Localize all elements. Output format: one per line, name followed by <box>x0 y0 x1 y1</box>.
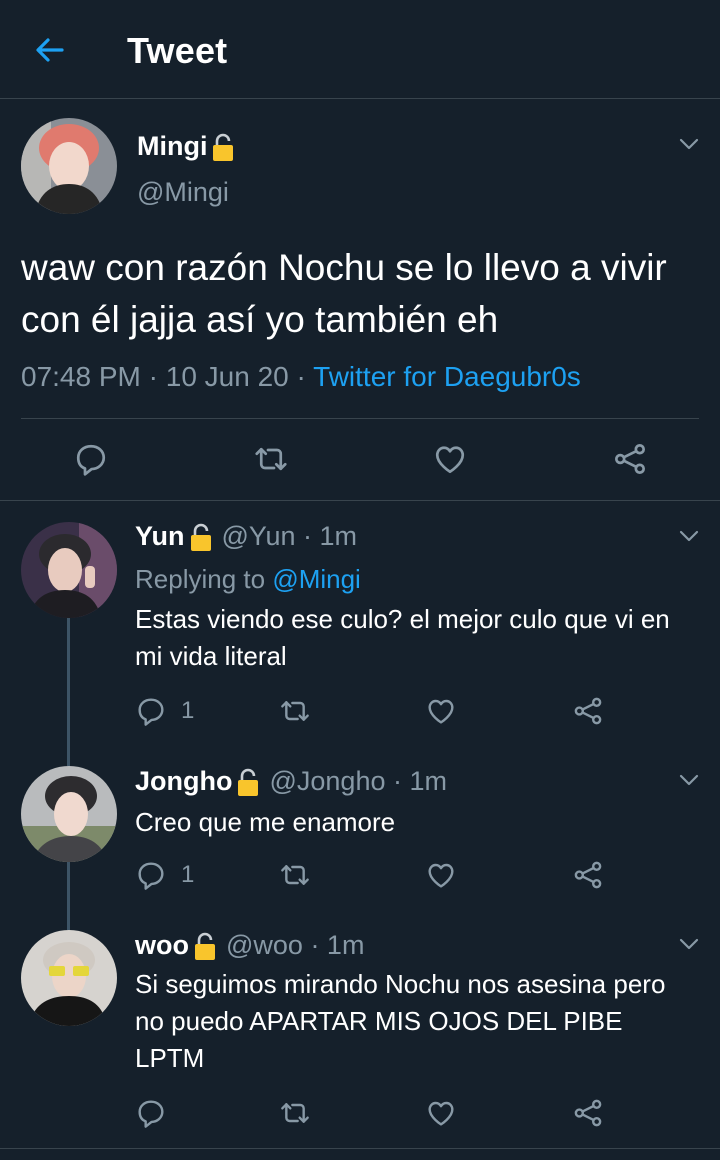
chevron-down-icon[interactable] <box>677 770 701 790</box>
retweet-button[interactable] <box>279 1097 311 1129</box>
reply-text: Creo que me enamore <box>135 807 396 837</box>
thread-line <box>67 618 70 766</box>
avatar[interactable] <box>21 522 117 618</box>
lock-icon <box>210 132 236 162</box>
reply-header: woo @woo · 1m <box>135 930 364 961</box>
reply-count: 1 <box>181 697 195 724</box>
share-button[interactable] <box>572 695 604 727</box>
retweet-button[interactable] <box>279 859 311 891</box>
divider <box>0 500 720 501</box>
like-button[interactable] <box>425 695 457 727</box>
share-icon <box>572 1097 604 1129</box>
like-button[interactable] <box>425 859 457 891</box>
lock-icon <box>192 931 218 961</box>
avatar[interactable] <box>21 930 117 1026</box>
reply-count: 1 <box>181 861 195 888</box>
reply-button[interactable] <box>73 441 109 477</box>
retweet-button[interactable] <box>253 441 289 477</box>
replying-to-link[interactable]: @Mingi <box>272 564 361 594</box>
share-button[interactable] <box>612 441 648 477</box>
reply-header: Jongho @Jongho · 1m <box>135 766 447 797</box>
reply-text: Estas viendo ese culo? el mejor culo que… <box>135 604 670 671</box>
tweet-source-link[interactable]: Twitter for Daegubr0s <box>313 361 581 392</box>
top-bar: Tweet <box>0 0 720 99</box>
replying-to: Replying to @Mingi <box>135 564 361 594</box>
divider <box>21 418 699 419</box>
page-title: Tweet <box>127 30 228 71</box>
arrow-left-icon <box>36 38 64 62</box>
tweet-meta: 07:48 PM · 10 Jun 20 · Twitter for Daegu… <box>21 361 581 393</box>
avatar[interactable] <box>21 766 117 862</box>
heart-icon <box>425 1097 457 1129</box>
reply-author-name[interactable]: Yun <box>135 521 185 552</box>
reply-icon <box>135 695 167 727</box>
author-name[interactable]: Mingi <box>137 131 236 162</box>
retweet-icon <box>279 695 311 727</box>
chevron-down-icon[interactable] <box>677 526 701 546</box>
share-icon <box>572 859 604 891</box>
retweet-icon <box>279 1097 311 1129</box>
reply-button[interactable] <box>135 1097 167 1129</box>
heart-icon <box>425 859 457 891</box>
avatar[interactable] <box>21 118 117 214</box>
reply-icon <box>135 1097 167 1129</box>
reply-icon <box>135 859 167 891</box>
tweet-time: 07:48 PM <box>21 361 141 392</box>
share-icon <box>572 695 604 727</box>
share-icon <box>612 441 648 477</box>
reply-button[interactable]: 1 <box>135 859 194 891</box>
heart-icon <box>432 441 468 477</box>
tweet-text: waw con razón Nochu se lo llevo a vivir … <box>21 247 667 340</box>
reply-author-handle[interactable]: @woo · 1m <box>226 930 364 961</box>
reply-author-handle[interactable]: @Jongho · 1m <box>269 766 447 797</box>
share-button[interactable] <box>572 859 604 891</box>
author-handle[interactable]: @Mingi <box>137 177 229 208</box>
lock-icon <box>235 767 261 797</box>
like-button[interactable] <box>432 441 468 477</box>
reply-author-name[interactable]: Jongho <box>135 766 232 797</box>
share-button[interactable] <box>572 1097 604 1129</box>
divider <box>0 1148 720 1149</box>
meta-separator: · <box>140 361 166 392</box>
chevron-down-icon[interactable] <box>677 934 701 954</box>
like-button[interactable] <box>425 1097 457 1129</box>
meta-separator: · <box>288 361 314 392</box>
retweet-icon <box>279 859 311 891</box>
reply-header: Yun @Yun · 1m <box>135 521 357 552</box>
tweet-date: 10 Jun 20 <box>165 361 289 392</box>
reply-button[interactable]: 1 <box>135 695 194 727</box>
thread-line <box>67 862 70 930</box>
reply-author-name[interactable]: woo <box>135 930 189 961</box>
retweet-button[interactable] <box>279 695 311 727</box>
reply-text: Si seguimos mirando Nochu nos asesina pe… <box>135 969 666 1073</box>
retweet-icon <box>253 441 289 477</box>
heart-icon <box>425 695 457 727</box>
back-button[interactable] <box>30 32 70 68</box>
reply-icon <box>73 441 109 477</box>
chevron-down-icon[interactable] <box>677 134 701 154</box>
reply-author-handle[interactable]: @Yun · 1m <box>222 521 357 552</box>
lock-icon <box>188 522 214 552</box>
